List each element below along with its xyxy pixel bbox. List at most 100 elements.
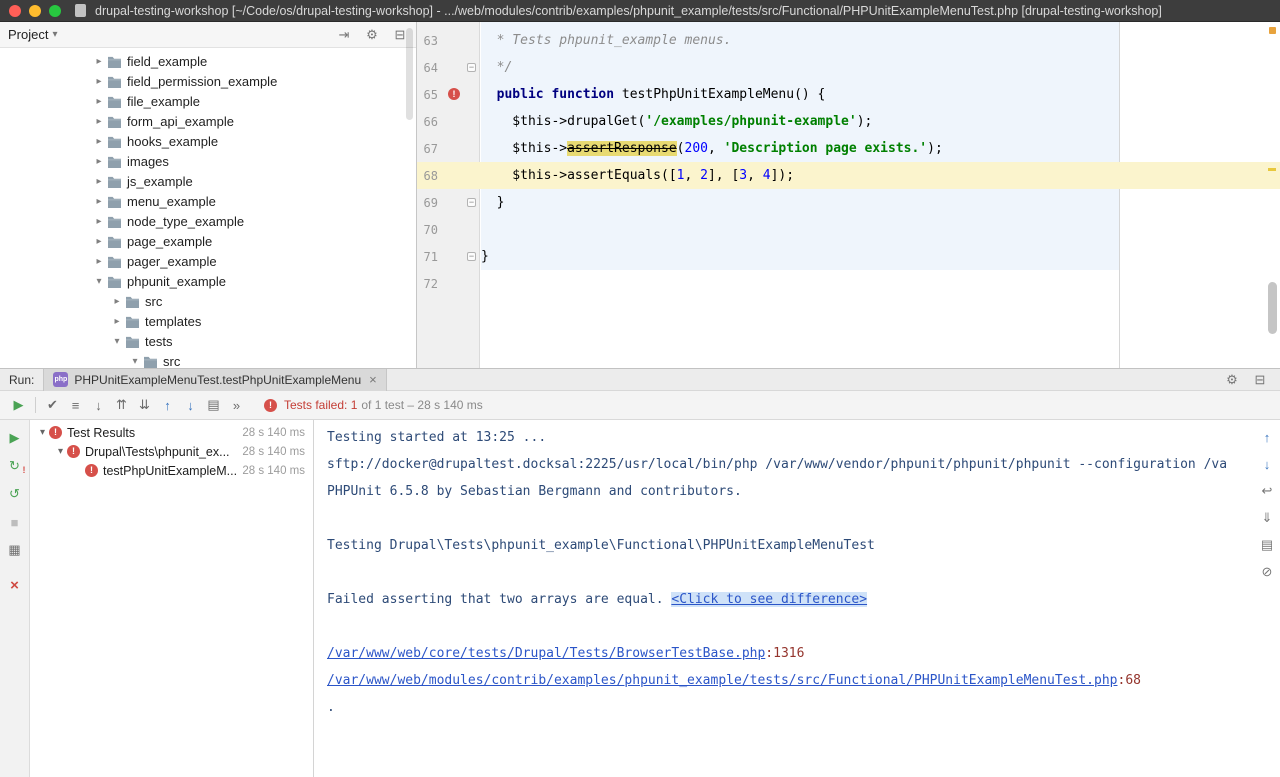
scroll-to-end-button[interactable]: ⇓ — [1258, 509, 1276, 527]
rerun-button[interactable]: ▶ — [6, 429, 24, 447]
project-view-selector[interactable]: Project ▾ — [8, 27, 58, 42]
line-number[interactable]: 72 — [417, 277, 438, 291]
code-line[interactable]: 63 * Tests phpunit_example menus. — [417, 27, 1280, 54]
project-scrollbar[interactable] — [406, 28, 413, 120]
fold-marker-icon[interactable]: − — [467, 63, 476, 72]
test-tree-item[interactable]: ▾!Drupal\Tests\phpunit_ex...28 s 140 ms — [30, 442, 313, 461]
project-item[interactable]: ▸form_api_example — [0, 111, 416, 131]
line-number[interactable]: 67 — [417, 142, 438, 156]
code-line[interactable]: 64− */ — [417, 54, 1280, 81]
project-item[interactable]: ▸node_type_example — [0, 211, 416, 231]
run-tab[interactable]: php PHPUnitExampleMenuTest.testPhpUnitEx… — [43, 369, 386, 391]
failed-test-gutter-icon[interactable]: ! — [448, 88, 460, 100]
toggle-auto-test-button[interactable]: ↺ — [6, 485, 24, 503]
line-number[interactable]: 63 — [417, 34, 438, 48]
chevron-right-icon[interactable]: ▸ — [92, 256, 106, 267]
chevron-down-icon[interactable]: ▾ — [36, 427, 49, 438]
scroll-from-source-button[interactable]: ⇥ — [336, 27, 352, 43]
down-stack-trace-button[interactable]: ↓ — [1258, 455, 1276, 473]
chevron-down-icon[interactable]: ▾ — [128, 356, 142, 367]
line-number[interactable]: 65 — [417, 88, 438, 102]
inspection-status-icon[interactable] — [1269, 27, 1276, 34]
chevron-down-icon[interactable]: ▾ — [92, 276, 106, 287]
console-link[interactable]: <Click to see difference> — [671, 592, 867, 607]
zoom-window-button[interactable] — [49, 5, 61, 17]
console-link[interactable]: /var/www/web/core/tests/Drupal/Tests/Bro… — [327, 646, 765, 661]
project-item[interactable]: ▸pager_example — [0, 251, 416, 271]
run-settings-button[interactable]: ⚙ — [1224, 372, 1240, 388]
print-button[interactable]: ▤ — [1258, 536, 1276, 554]
line-number[interactable]: 70 — [417, 223, 438, 237]
restore-layout-button[interactable]: ▦ — [6, 541, 24, 559]
code-line[interactable]: 72 — [417, 270, 1280, 297]
code-line[interactable]: 67 $this->assertResponse(200, 'Descripti… — [417, 135, 1280, 162]
project-settings-button[interactable]: ⚙ — [364, 27, 380, 43]
minimize-window-button[interactable] — [29, 5, 41, 17]
chevron-down-icon[interactable]: ▾ — [54, 446, 67, 457]
rerun-tests-button[interactable]: ▶ — [7, 395, 30, 415]
code-line[interactable]: 66 $this->drupalGet('/examples/phpunit-e… — [417, 108, 1280, 135]
line-number[interactable]: 68 — [417, 169, 438, 183]
close-tab-icon[interactable]: × — [369, 373, 377, 386]
project-item[interactable]: ▸hooks_example — [0, 131, 416, 151]
close-window-button[interactable] — [9, 5, 21, 17]
code-line[interactable]: 71−} — [417, 243, 1280, 270]
console-link[interactable]: /var/www/web/modules/contrib/examples/ph… — [327, 673, 1118, 688]
chevron-right-icon[interactable]: ▸ — [92, 236, 106, 247]
chevron-right-icon[interactable]: ▸ — [110, 316, 124, 327]
test-tree-item[interactable]: ▾!Test Results28 s 140 ms — [30, 423, 313, 442]
chevron-right-icon[interactable]: ▸ — [92, 96, 106, 107]
next-failed-test-button[interactable]: ↓ — [179, 395, 202, 415]
chevron-right-icon[interactable]: ▸ — [92, 76, 106, 87]
fold-marker-icon[interactable]: − — [467, 252, 476, 261]
up-stack-trace-button[interactable]: ↑ — [1258, 428, 1276, 446]
editor[interactable]: 63 * Tests phpunit_example menus.64− */6… — [417, 22, 1280, 368]
project-item[interactable]: ▸src — [0, 291, 416, 311]
chevron-down-icon[interactable]: ▾ — [110, 336, 124, 347]
clear-all-button[interactable]: ⊘ — [1258, 563, 1276, 581]
code-line[interactable]: 69− } — [417, 189, 1280, 216]
line-number[interactable]: 64 — [417, 61, 438, 75]
chevron-right-icon[interactable]: ▸ — [92, 116, 106, 127]
show-passed-button[interactable]: ✔ — [41, 395, 64, 415]
show-output-button[interactable]: ≡ — [64, 395, 87, 415]
hide-run-panel-button[interactable]: ⊟ — [1252, 372, 1268, 388]
project-item[interactable]: ▾src — [0, 351, 416, 368]
project-item[interactable]: ▸field_permission_example — [0, 71, 416, 91]
chevron-right-icon[interactable]: ▸ — [92, 156, 106, 167]
project-item[interactable]: ▸js_example — [0, 171, 416, 191]
project-item[interactable]: ▾phpunit_example — [0, 271, 416, 291]
project-item[interactable]: ▸templates — [0, 311, 416, 331]
code-line[interactable]: 70 — [417, 216, 1280, 243]
stop-button[interactable]: ■ — [6, 513, 24, 531]
collapse-all-button[interactable]: ⇊ — [133, 395, 156, 415]
chevron-right-icon[interactable]: ▸ — [92, 136, 106, 147]
chevron-right-icon[interactable]: ▸ — [92, 216, 106, 227]
line-number[interactable]: 66 — [417, 115, 438, 129]
code-line[interactable]: 65! public function testPhpUnitExampleMe… — [417, 81, 1280, 108]
expand-all-button[interactable]: ⇈ — [110, 395, 133, 415]
fold-marker-icon[interactable]: − — [467, 198, 476, 207]
project-item[interactable]: ▸file_example — [0, 91, 416, 111]
line-number[interactable]: 69 — [417, 196, 438, 210]
line-number[interactable]: 71 — [417, 250, 438, 264]
chevron-right-icon[interactable]: ▸ — [92, 56, 106, 67]
chevron-right-icon[interactable]: ▸ — [92, 196, 106, 207]
chevron-right-icon[interactable]: ▸ — [110, 296, 124, 307]
import-test-results-button[interactable]: ▤ — [202, 395, 225, 415]
test-tree-item[interactable]: !testPhpUnitExampleM...28 s 140 ms — [30, 461, 313, 480]
project-item[interactable]: ▸images — [0, 151, 416, 171]
warning-stripe-mark[interactable] — [1268, 168, 1276, 171]
project-item[interactable]: ▸page_example — [0, 231, 416, 251]
chevron-right-icon[interactable]: ▸ — [92, 176, 106, 187]
soft-wrap-button[interactable]: ↩ — [1258, 482, 1276, 500]
previous-failed-test-button[interactable]: ↑ — [156, 395, 179, 415]
toolbar-more-chevron[interactable]: » — [225, 395, 248, 415]
close-button[interactable]: × — [6, 576, 24, 594]
sort-by-duration-button[interactable]: ↓ — [87, 395, 110, 415]
project-item[interactable]: ▸field_example — [0, 51, 416, 71]
rerun-failed-tests-button[interactable]: ↻! — [6, 457, 24, 475]
code-line[interactable]: 68 $this->assertEquals([1, 2], [3, 4]); — [417, 162, 1280, 189]
project-item[interactable]: ▾tests — [0, 331, 416, 351]
project-item[interactable]: ▸menu_example — [0, 191, 416, 211]
